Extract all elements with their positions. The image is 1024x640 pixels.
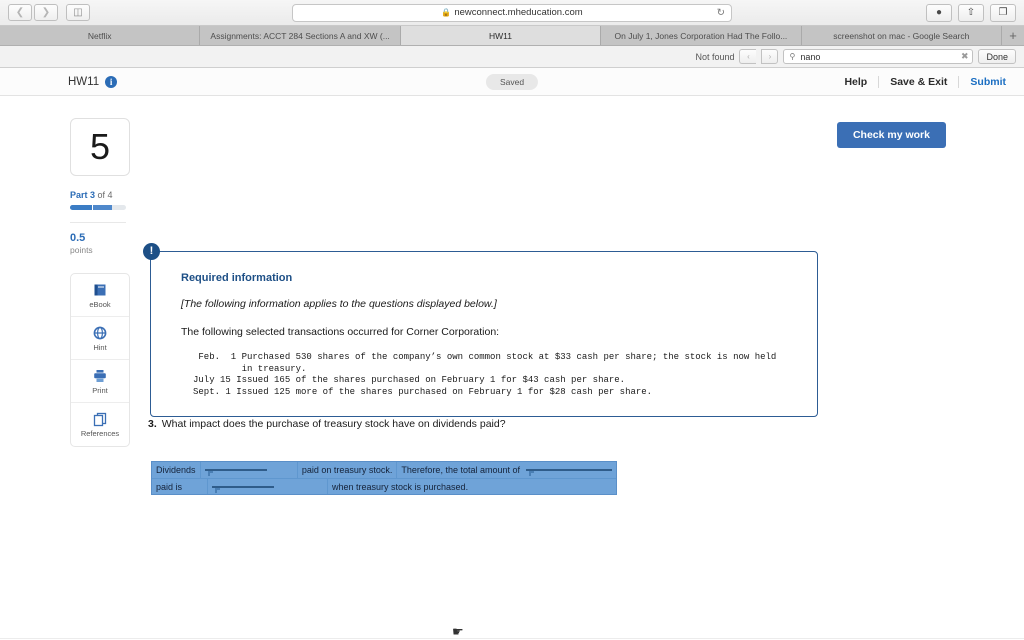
required-info-title: Required information (181, 272, 293, 284)
answer-dropdown-3[interactable] (212, 485, 274, 493)
answer-text-paid-on-treasury: paid on treasury stock. (296, 462, 397, 478)
downloads-icon[interactable]: ● (926, 3, 952, 22)
browser-tab-google-search[interactable]: screenshot on mac - Google Search (801, 26, 1003, 45)
new-tab-button[interactable]: + (1002, 26, 1024, 45)
status-badge: Saved (485, 73, 539, 90)
part-suffix-text: of 4 (95, 190, 113, 200)
answer-dropdown-2[interactable] (526, 469, 612, 476)
share-icon[interactable]: ⇧ (958, 3, 984, 22)
globe-hint-icon (93, 326, 107, 339)
part-progress-bar (70, 205, 126, 210)
find-done-button[interactable]: Done (978, 49, 1016, 64)
table-row: Dividends paid on treasury stock. Theref… (152, 462, 616, 478)
info-icon[interactable]: i (105, 75, 118, 88)
tab-bar: Netflix Assignments: ACCT 284 Sections A… (0, 26, 1024, 46)
find-input[interactable]: ⚲ nano ✖ (783, 49, 974, 64)
help-link[interactable]: Help (833, 75, 880, 88)
printer-icon (94, 369, 106, 382)
tab-overview-icon[interactable]: ❐ (990, 3, 1016, 22)
page-title: HW11 (68, 75, 100, 88)
url-text: newconnect.mheducation.com (454, 7, 583, 18)
browser-tab-jones-corp[interactable]: On July 1, Jones Corporation Had The Fol… (601, 26, 802, 45)
main-content: Check my work 5 Part 3 of 4 0.5 points e… (0, 96, 1024, 638)
header-links: Help Save & Exit Submit (833, 75, 1006, 88)
hint-button[interactable]: Hint (71, 317, 129, 360)
browser-toolbar-right: ● ⇧ ❐ (926, 3, 1016, 22)
browser-toolbar: ❮ ❯ ◫ 🔒 newconnect.mheducation.com ↻ ● ⇧… (0, 0, 1024, 26)
answer-dropdown-1-cell (199, 462, 297, 478)
ebook-button[interactable]: eBook (71, 274, 129, 317)
table-row: paid is when treasury stock is purchased… (152, 478, 616, 494)
address-bar[interactable]: 🔒 newconnect.mheducation.com ↻ (292, 3, 732, 22)
search-icon: ⚲ (789, 52, 796, 61)
transactions-text: Feb. 1 Purchased 530 shares of the compa… (193, 352, 777, 397)
answer-dropdown-1[interactable] (204, 469, 267, 476)
required-information-panel: ! Required information [The following in… (143, 243, 818, 418)
pages-icon (93, 412, 107, 427)
browser-nav-buttons: ❮ ❯ ◫ (8, 4, 90, 21)
answer-therefore-label: Therefore, the total amount of (401, 465, 520, 475)
sidebar-toggle-icon[interactable]: ◫ (66, 4, 90, 21)
required-info-note: [The following information applies to th… (181, 298, 497, 310)
alert-icon: ! (143, 243, 160, 260)
required-info-intro: The following selected transactions occu… (181, 326, 500, 338)
clear-icon[interactable]: ✖ (961, 51, 969, 62)
find-bar: Not found ‹ › ⚲ nano ✖ Done (0, 46, 1024, 68)
part-progress-label: Part 3 of 4 (70, 190, 130, 200)
question-text: What impact does the purchase of treasur… (161, 418, 506, 430)
hint-label: Hint (93, 342, 107, 352)
browser-tab-netflix[interactable]: Netflix (0, 26, 201, 45)
answer-grid: Dividends paid on treasury stock. Theref… (151, 461, 617, 495)
question-number-label: 3. (148, 418, 157, 430)
find-next-button[interactable]: › (761, 49, 779, 64)
check-my-work-button[interactable]: Check my work (836, 122, 946, 148)
answer-text-when-purchased: when treasury stock is purchased. (327, 479, 616, 494)
reload-icon[interactable]: ↻ (717, 7, 725, 18)
answer-label-paid-is: paid is (152, 479, 207, 494)
submit-link[interactable]: Submit (959, 76, 1006, 88)
points-value: 0.5 (70, 232, 86, 244)
browser-tab-assignments[interactable]: Assignments: ACCT 284 Sections A and XW … (200, 26, 401, 45)
print-button[interactable]: Print (71, 360, 129, 403)
print-label: Print (92, 385, 108, 395)
forward-icon[interactable]: ❯ (34, 4, 58, 21)
book-icon (94, 284, 106, 295)
question-prompt: 3. What impact does the purchase of treas… (148, 418, 506, 430)
find-status-text: Not found (695, 51, 735, 62)
question-rail: 5 Part 3 of 4 0.5 points eBook Hint Prin… (70, 118, 130, 447)
lock-icon: 🔒 (441, 8, 452, 17)
answer-dropdown-3-cell (207, 479, 327, 494)
references-label: References (80, 429, 120, 438)
references-button[interactable]: References (71, 403, 129, 446)
answer-label-dividends: Dividends (152, 462, 200, 478)
ebook-label: eBook (89, 299, 111, 309)
question-number-box: 5 (70, 118, 130, 176)
save-and-exit-link[interactable]: Save & Exit (879, 75, 960, 88)
app-header: HW11 i Saved Help Save & Exit Submit (0, 68, 1024, 96)
browser-tab-hw11[interactable]: HW11 (400, 26, 602, 45)
tool-button-stack: eBook Hint Print References (70, 273, 130, 447)
points-label: points (70, 245, 93, 255)
back-icon[interactable]: ❮ (8, 4, 32, 21)
rail-divider (70, 222, 126, 223)
part-prefix-text: Part (70, 190, 91, 200)
find-query-text: nano (800, 51, 821, 62)
find-prev-button[interactable]: ‹ (739, 49, 757, 64)
answer-text-therefore: Therefore, the total amount of (396, 462, 616, 478)
